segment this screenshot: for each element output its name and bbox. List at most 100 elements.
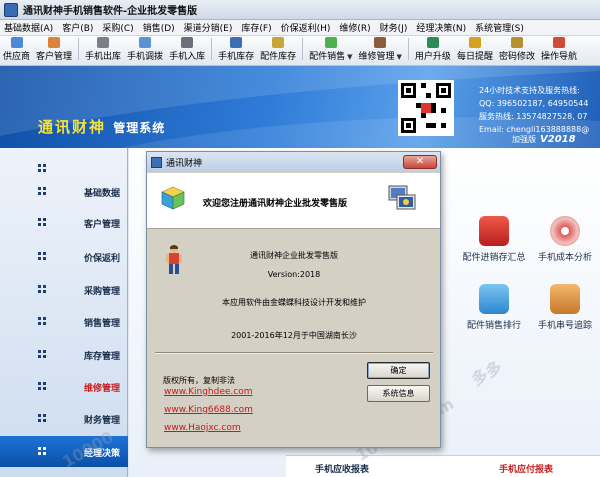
sidebar-item-purchase[interactable]: 采购管理: [0, 274, 128, 305]
rights-text: 版权所有，复制非法: [163, 376, 235, 385]
key-icon: [510, 37, 523, 48]
chart-icon: [479, 216, 509, 246]
toolbar-separator: [211, 38, 213, 60]
notebook-icon: [550, 284, 580, 314]
window-title: 通讯财神手机销售软件-企业批发零售版: [23, 6, 198, 17]
contact-info: 24小时技术支持及服务热线: QQ: 396502187, 64950544 服…: [479, 86, 590, 134]
sidebar-item-repair[interactable]: 维修管理: [0, 371, 128, 402]
menu-bar: 基础数据(A) 客户(B) 采购(C) 销售(D) 渠道分销(E) 库存(F) …: [0, 20, 600, 36]
upgrade-icon: [426, 37, 439, 48]
chevron-down-icon[interactable]: ▼: [347, 53, 352, 61]
cd-icon: [550, 216, 580, 246]
phone-out-icon: [97, 37, 110, 48]
grid-dots-icon: [38, 252, 46, 260]
sidebar-item-price-rebate[interactable]: 价保返利: [0, 241, 128, 272]
menu-system[interactable]: 系统管理(S): [475, 21, 524, 34]
menu-price-rebate[interactable]: 价保返利(H): [281, 21, 331, 34]
menu-finance[interactable]: 财务(J): [380, 21, 408, 34]
menu-distribution[interactable]: 渠道分销(E): [184, 21, 233, 34]
phone-stock-button[interactable]: 手机库存: [218, 37, 254, 62]
menu-basic-data[interactable]: 基础数据(A): [4, 21, 53, 34]
sidebar-item-inventory[interactable]: 库存管理: [0, 339, 128, 370]
app-icon: [4, 2, 18, 17]
grid-dots-icon: [38, 285, 46, 293]
repair-button[interactable]: 维修管理 ▼: [359, 37, 402, 62]
sidebar-label: 客户管理: [83, 220, 120, 230]
close-button[interactable]: ✕: [403, 155, 437, 169]
toolbar-separator: [407, 38, 409, 60]
sidebar-label: 库存管理: [83, 352, 120, 362]
supplier-icon: [10, 37, 23, 48]
toolbar-separator: [78, 38, 80, 60]
phone-transfer-icon: [139, 37, 152, 48]
grid-dots-icon: [38, 317, 46, 325]
system-info-button[interactable]: 系统信息: [367, 385, 430, 402]
navigation-button[interactable]: 操作导航: [541, 37, 577, 62]
link-haojxc[interactable]: www.Haojxc.com: [164, 423, 241, 433]
menu-inventory[interactable]: 库存(F): [241, 21, 271, 34]
tile-phone-cost[interactable]: 手机成本分析: [534, 216, 596, 263]
parts-stock-button[interactable]: 配件库存: [260, 37, 296, 62]
password-button[interactable]: 密码修改: [499, 37, 535, 62]
bell-icon: [468, 37, 481, 48]
supplier-button[interactable]: 供应商: [3, 37, 30, 62]
phone-stock-icon: [230, 37, 243, 48]
upgrade-button[interactable]: 用户升级: [415, 37, 451, 62]
header-banner: 通讯财神 管理系统 24小时技术支持及服务热线: QQ: 396502187, …: [0, 66, 600, 148]
sidebar: 基础数据 客户管理 价保返利 采购管理 销售管理 库存管理 维修管理 财务管理 …: [0, 148, 128, 477]
daily-reminder-button[interactable]: 每日提醒: [457, 37, 493, 62]
compass-icon: [552, 37, 565, 48]
dialog-divider: [155, 352, 433, 354]
app-icon: [151, 156, 162, 168]
tile-parts-ranking[interactable]: 配件销售排行: [459, 284, 529, 331]
menu-sales[interactable]: 销售(D): [143, 21, 175, 34]
grid-dots-icon: [38, 382, 46, 390]
welcome-text: 欢迎您注册通讯财神企业批发零售版: [203, 199, 348, 209]
computer-icon: [388, 185, 416, 210]
menu-customer[interactable]: 客户(B): [62, 21, 93, 34]
toolbar-separator: [302, 38, 304, 60]
version-text: Version:2018: [267, 270, 321, 279]
report-panel: 手机应收报表 手机应付报表: [286, 455, 600, 477]
sidebar-label: 基础数据: [83, 189, 120, 199]
copyright-year-text: 2001-2016年12月于中国湖南长沙: [231, 331, 357, 340]
sidebar-label: 维修管理: [83, 384, 120, 394]
tile-parts-summary[interactable]: 配件进销存汇总: [459, 216, 529, 263]
phone-payable-report-link[interactable]: 手机应付报表: [499, 462, 553, 475]
banner-title: 通讯财神 管理系统: [38, 118, 166, 136]
sidebar-item-customer[interactable]: 客户管理: [0, 207, 128, 238]
grid-dots-icon: [38, 218, 46, 226]
menu-manager[interactable]: 经理决策(N): [416, 21, 466, 34]
sidebar-label: 销售管理: [83, 319, 120, 329]
link-king6688[interactable]: www.King6688.com: [164, 405, 253, 415]
grid-dots-icon: [38, 350, 46, 358]
tile-serial-tracking[interactable]: 手机串号追踪: [534, 284, 596, 331]
phone-transfer-button[interactable]: 手机调拨: [127, 37, 163, 62]
chevron-down-icon[interactable]: ▼: [397, 53, 402, 61]
cube-icon: [161, 186, 185, 210]
phone-out-button[interactable]: 手机出库: [85, 37, 121, 62]
menu-purchase[interactable]: 采购(C): [102, 21, 133, 34]
parts-sales-button[interactable]: 配件销售 ▼: [309, 37, 353, 62]
ok-button[interactable]: 确定: [367, 362, 430, 379]
grid-dots-icon: [38, 187, 46, 195]
menu-repair[interactable]: 维修(R): [339, 21, 370, 34]
sidebar-label: 价保返利: [83, 254, 120, 264]
customer-icon: [48, 37, 61, 48]
sidebar-item-basic-data[interactable]: 基础数据: [0, 176, 128, 207]
grid-dots-icon: [38, 414, 46, 422]
sidebar-item-sales[interactable]: 销售管理: [0, 306, 128, 337]
qr-code: [398, 80, 454, 136]
link-kinghdee[interactable]: www.Kinghdee.com: [164, 387, 253, 397]
dialog-title: 通讯财神: [166, 158, 203, 169]
dialog-titlebar: 通讯财神 ✕: [147, 152, 440, 172]
qr-code-image: [401, 83, 451, 133]
dialog-header: 欢迎您注册通讯财神企业批发零售版: [147, 173, 440, 229]
version-tag: 加强版 V2018: [512, 134, 576, 145]
customer-button[interactable]: 客户管理: [36, 37, 72, 62]
phone-in-icon: [181, 37, 194, 48]
sidebar-label: 采购管理: [83, 287, 120, 297]
grid-dots-icon: [38, 164, 46, 172]
phone-in-button[interactable]: 手机入库: [169, 37, 205, 62]
parts-stock-icon: [272, 37, 285, 48]
